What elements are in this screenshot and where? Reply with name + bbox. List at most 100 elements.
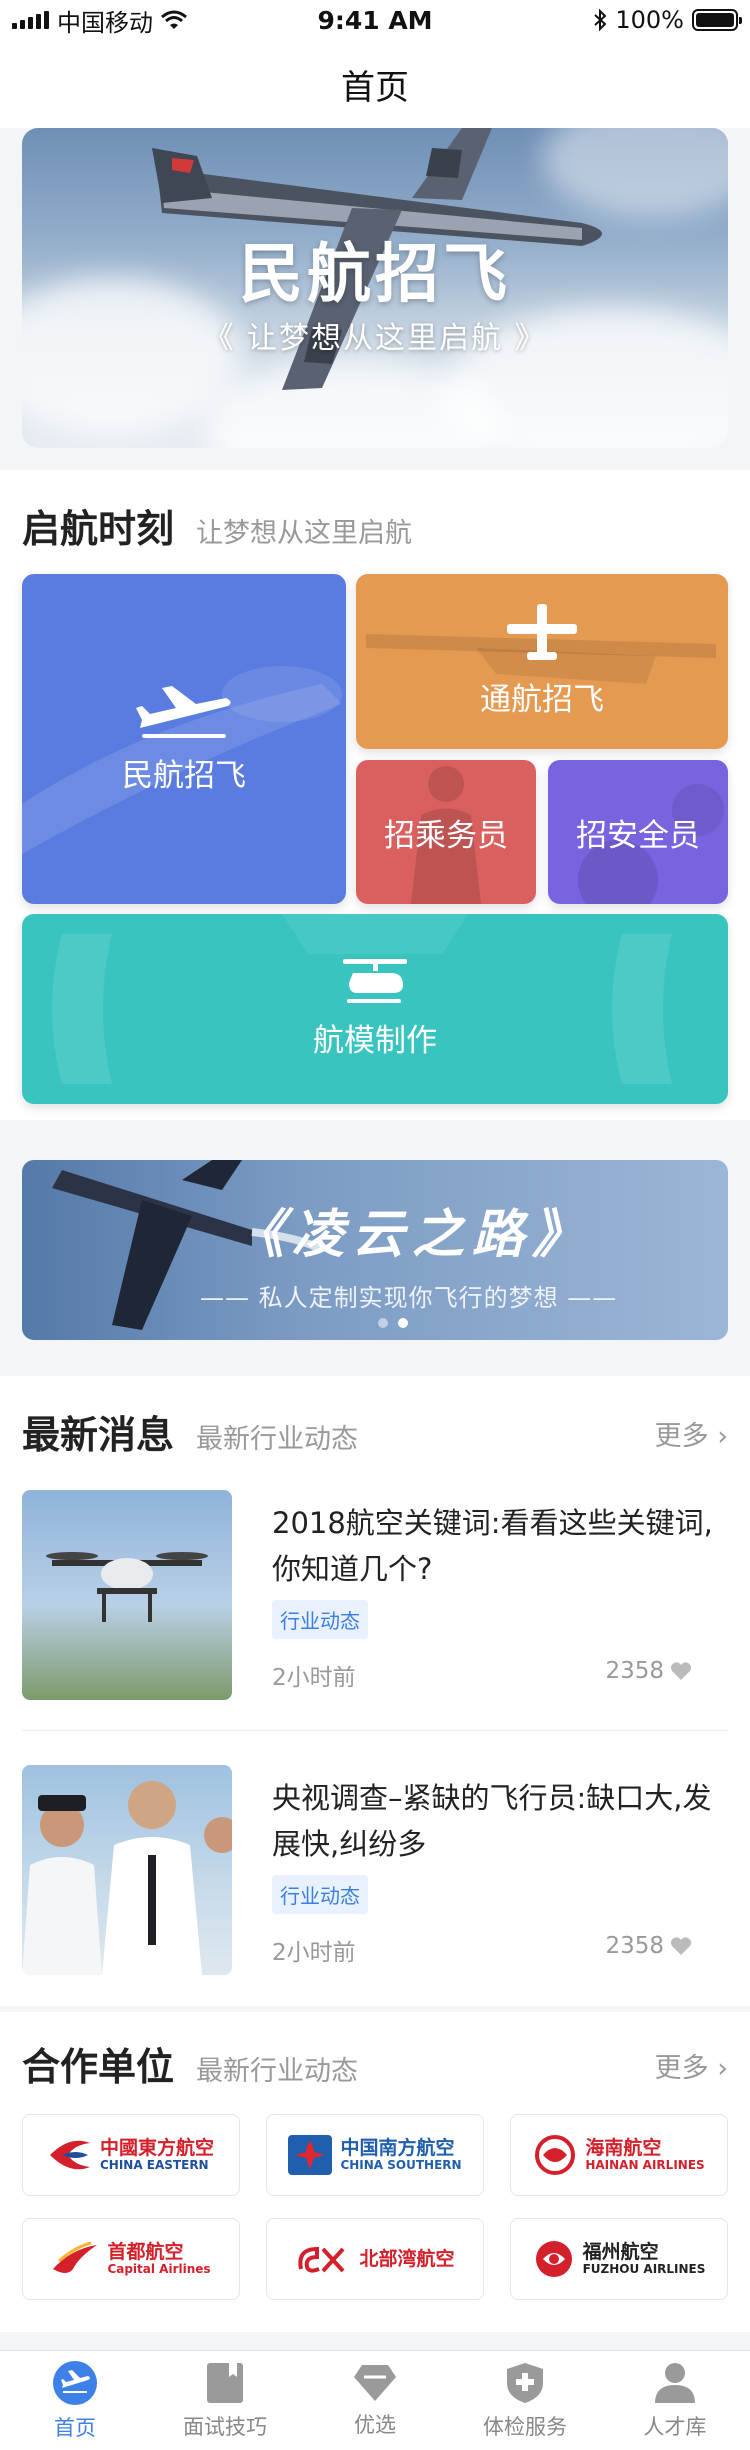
- tile-label: 招乘务员: [384, 817, 508, 854]
- section-subtitle: 最新行业动态: [196, 2056, 359, 2087]
- partner-fuzhou[interactable]: 福州航空 FUZHOU AIRLINES: [510, 2218, 728, 2300]
- tile-label: 民航招飞: [122, 757, 246, 794]
- partner-china-eastern[interactable]: 中國東方航空 CHINA EASTERN: [22, 2114, 240, 2196]
- news-header: 最新消息 最新行业动态: [22, 1404, 358, 1459]
- news-title: 央视调查–紧缺的飞行员:缺口大,发展快,纠纷多: [272, 1781, 712, 1861]
- person-icon: [655, 2362, 695, 2403]
- tab-label: 人才库: [643, 2414, 707, 2439]
- likes-count: 2358: [605, 1658, 664, 1684]
- news-likes[interactable]: 2358: [605, 1658, 692, 1684]
- promo-banner[interactable]: 《凌云之路》 —— 私人定制实现你飞行的梦想 ——: [22, 1160, 728, 1340]
- heart-icon: [670, 1937, 692, 1955]
- partner-name: 北部湾航空: [359, 2247, 455, 2270]
- tile-label: 招安全员: [576, 817, 700, 854]
- fuzhou-airlines-logo: [535, 2241, 572, 2277]
- partner-name: 首都航空: [107, 2240, 184, 2263]
- battery-icon: [692, 9, 742, 31]
- partner-name: 福州航空: [582, 2240, 659, 2263]
- section-subtitle: 让梦想从这里启航: [196, 518, 413, 549]
- capital-airlines-logo: [53, 2241, 98, 2273]
- bluetooth-icon: [594, 9, 607, 31]
- tab-interview-tips[interactable]: 面试技巧: [150, 2351, 300, 2450]
- tab-label: 首页: [54, 2415, 96, 2440]
- divider: [22, 1730, 728, 1731]
- drone-image: [46, 1552, 208, 1622]
- carousel-dots[interactable]: [378, 1318, 408, 1328]
- news-thumbnail: [22, 1765, 232, 1975]
- news-item[interactable]: 央视调查–紧缺的飞行员:缺口大,发展快,纠纷多 行业动态 2小时前 2358: [22, 1765, 728, 1975]
- partners-more-link[interactable]: 更多 ›: [655, 2046, 728, 2085]
- heart-icon: [670, 1662, 692, 1680]
- partner-hainan[interactable]: 海南航空 HAINAN AIRLINES: [510, 2114, 728, 2196]
- hero-banner[interactable]: 民航招飞 《 让梦想从这里启航 》: [22, 128, 728, 448]
- tile-label: 通航招飞: [480, 682, 604, 718]
- signal-icon: [12, 11, 49, 29]
- tab-talent-pool[interactable]: 人才库: [600, 2351, 750, 2450]
- section-subtitle: 最新行业动态: [196, 1424, 359, 1455]
- partner-en-name: CHINA EASTERN: [99, 2158, 209, 2173]
- small-plane-icon: [507, 604, 577, 660]
- book-icon: [207, 2362, 243, 2403]
- beibu-gulf-logo: [298, 2246, 345, 2273]
- promo-title: 《凌云之路》: [232, 1204, 593, 1265]
- partner-china-southern[interactable]: 中国南方航空 CHINA SOUTHERN: [266, 2114, 484, 2196]
- status-bar: 中国移动 9:41 AM 100%: [0, 0, 750, 40]
- diamond-icon: [354, 2364, 396, 2401]
- section-title: 合作单位: [22, 2045, 175, 2089]
- tile-general-aviation[interactable]: 通航招飞: [356, 574, 728, 749]
- tile-flight-attendant[interactable]: 招乘务员: [356, 760, 536, 904]
- battery-label: 100%: [615, 6, 684, 34]
- tab-label: 体检服务: [483, 2414, 567, 2439]
- page-title: 首页: [341, 67, 409, 108]
- section-title: 最新消息: [22, 1413, 175, 1457]
- hero-title: 民航招飞: [239, 238, 511, 312]
- carousel-dot[interactable]: [378, 1318, 388, 1328]
- news-tag: 行业动态: [272, 1875, 368, 1914]
- tile-security-officer[interactable]: 招安全员: [548, 760, 728, 904]
- news-tag: 行业动态: [272, 1600, 368, 1639]
- news-likes[interactable]: 2358: [605, 1933, 692, 1959]
- helicopter-icon: [343, 958, 407, 1003]
- hero-subtitle: 《 让梦想从这里启航 》: [203, 321, 547, 356]
- news-title: 2018航空关键词:看看这些关键词,你知道几个?: [272, 1506, 713, 1586]
- partner-beibu-gulf[interactable]: 北部湾航空: [266, 2218, 484, 2300]
- news-item[interactable]: 2018航空关键词:看看这些关键词,你知道几个? 行业动态 2小时前 2358: [22, 1490, 728, 1700]
- status-right: 100%: [593, 6, 742, 34]
- tab-bar: 首页 面试技巧 优选 体检服务 人才库: [0, 2350, 750, 2450]
- news-time: 2小时前: [272, 1665, 356, 1691]
- tile-bg-cabin: [52, 914, 672, 1084]
- launch-section: 启航时刻 让梦想从这里启航 民航招飞 通航招飞 招乘务员 招安全员 航模制作: [0, 470, 750, 1120]
- tab-label: 优选: [354, 2412, 396, 2437]
- tab-label: 面试技巧: [183, 2414, 267, 2439]
- carousel-dot-active[interactable]: [398, 1318, 408, 1328]
- partners-section: 合作单位 最新行业动态 更多 › 中國東方航空 CHINA EASTERN 中国…: [0, 2012, 750, 2332]
- news-section: 最新消息 最新行业动态 更多 › 2018航空关键词:看看这些关键词,你知道几个…: [0, 1376, 750, 2006]
- status-left: 中国移动: [12, 3, 187, 38]
- tile-model-making[interactable]: 航模制作: [22, 914, 728, 1104]
- launch-header: 启航时刻 让梦想从这里启航: [22, 498, 412, 553]
- tab-home[interactable]: 首页: [0, 2351, 150, 2450]
- likes-count: 2358: [605, 1933, 664, 1959]
- partner-name: 海南航空: [585, 2136, 662, 2159]
- partner-en-name: Capital Airlines: [107, 2262, 211, 2277]
- news-more-link[interactable]: 更多 ›: [655, 1414, 728, 1453]
- section-title: 启航时刻: [22, 507, 175, 551]
- carrier-label: 中国移动: [57, 8, 153, 37]
- partner-en-name: FUZHOU AIRLINES: [582, 2262, 706, 2277]
- tile-label: 航模制作: [313, 1022, 437, 1059]
- tab-featured[interactable]: 优选: [300, 2351, 450, 2450]
- wifi-icon: [161, 10, 187, 29]
- home-plane-icon: [53, 2360, 97, 2405]
- news-time: 2小时前: [272, 1940, 356, 1966]
- partner-capital[interactable]: 首都航空 Capital Airlines: [22, 2218, 240, 2300]
- tile-civil-aviation[interactable]: 民航招飞: [22, 574, 346, 904]
- news-thumbnail: [22, 1490, 232, 1700]
- promo-subtitle: —— 私人定制实现你飞行的梦想 ——: [200, 1284, 618, 1312]
- partners-header: 合作单位 最新行业动态: [22, 2036, 358, 2091]
- tab-medical-service[interactable]: 体检服务: [450, 2351, 600, 2450]
- partner-en-name: HAINAN AIRLINES: [585, 2158, 705, 2173]
- pilots-image: [22, 1781, 232, 1975]
- partner-name: 中国南方航空: [340, 2136, 455, 2159]
- shield-plus-icon: [507, 2362, 543, 2403]
- partner-name: 中國東方航空: [99, 2136, 214, 2159]
